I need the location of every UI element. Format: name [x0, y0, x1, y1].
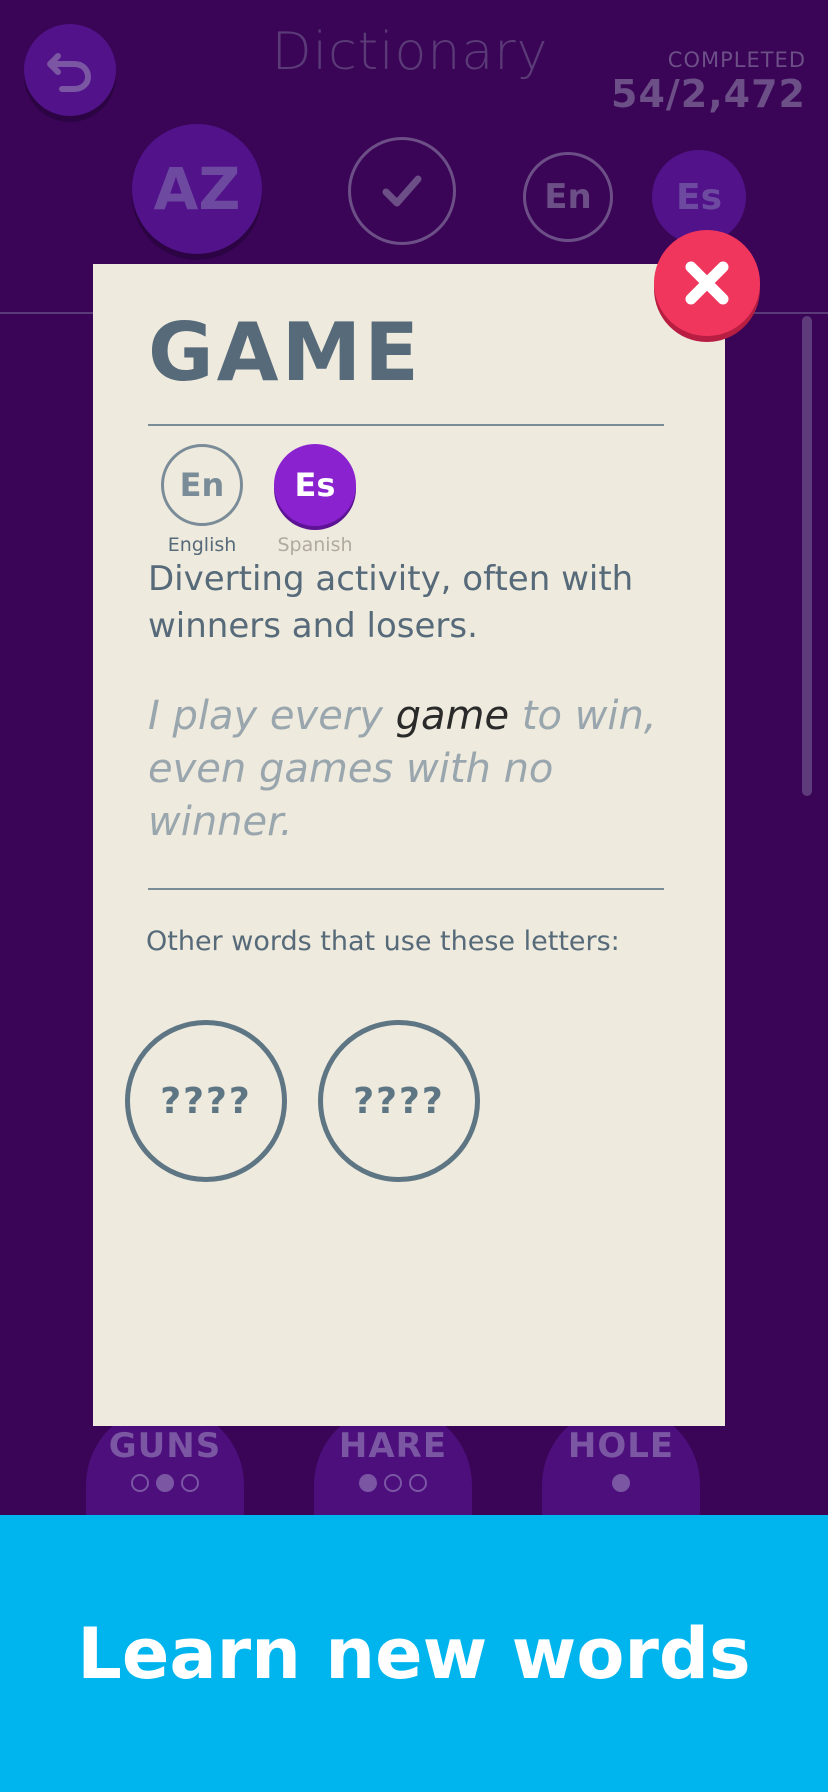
progress-dot	[359, 1474, 377, 1492]
language-spanish[interactable]: Es Spanish	[274, 444, 356, 556]
word-detail-card: GAME En English Es Spanish Diverting act…	[93, 264, 725, 1426]
example-sentence: I play every game to win, even games wit…	[148, 690, 678, 849]
english-filter-button[interactable]: En	[523, 152, 613, 242]
sort-az-button[interactable]: AZ	[132, 124, 262, 254]
example-highlight: game	[395, 693, 510, 739]
word-title: GAME	[148, 306, 422, 399]
undo-arrow-icon	[47, 53, 92, 92]
completed-value: 54/2,472	[611, 72, 806, 116]
hidden-word-2[interactable]: ????	[318, 1020, 480, 1182]
word-label: GUNS	[108, 1426, 222, 1466]
progress-dot	[131, 1474, 149, 1492]
completed-counter: COMPLETED 54/2,472	[611, 48, 806, 116]
close-icon	[685, 261, 729, 305]
promo-banner: Learn new words	[0, 1515, 828, 1792]
progress-dots	[131, 1474, 199, 1492]
close-button[interactable]	[654, 230, 760, 336]
divider	[148, 888, 664, 890]
progress-dot	[384, 1474, 402, 1492]
spanish-icon: Es	[274, 444, 356, 526]
divider	[148, 424, 664, 426]
progress-dots	[359, 1474, 427, 1492]
english-icon: En	[161, 444, 243, 526]
progress-dot	[181, 1474, 199, 1492]
language-name: Spanish	[277, 534, 353, 556]
completed-filter-button[interactable]	[348, 137, 456, 245]
completed-label: COMPLETED	[667, 48, 806, 72]
page-title: Dictionary	[271, 22, 549, 82]
checkmark-icon	[382, 175, 422, 207]
progress-dot	[612, 1474, 630, 1492]
word-label: HARE	[338, 1426, 448, 1466]
progress-dot	[409, 1474, 427, 1492]
language-english[interactable]: En English	[161, 444, 243, 556]
example-before: I play every	[148, 693, 396, 739]
back-button[interactable]	[24, 24, 116, 116]
word-label: HOLE	[567, 1426, 675, 1466]
progress-dots	[612, 1474, 630, 1492]
definition-text: Diverting activity, often with winners a…	[148, 559, 634, 646]
progress-dot	[156, 1474, 174, 1492]
language-name: English	[167, 534, 237, 556]
banner-text: Learn new words	[77, 1612, 751, 1695]
scrollbar[interactable]	[802, 316, 812, 796]
other-words-label: Other words that use these letters:	[146, 926, 620, 957]
hidden-word-1[interactable]: ????	[125, 1020, 287, 1182]
